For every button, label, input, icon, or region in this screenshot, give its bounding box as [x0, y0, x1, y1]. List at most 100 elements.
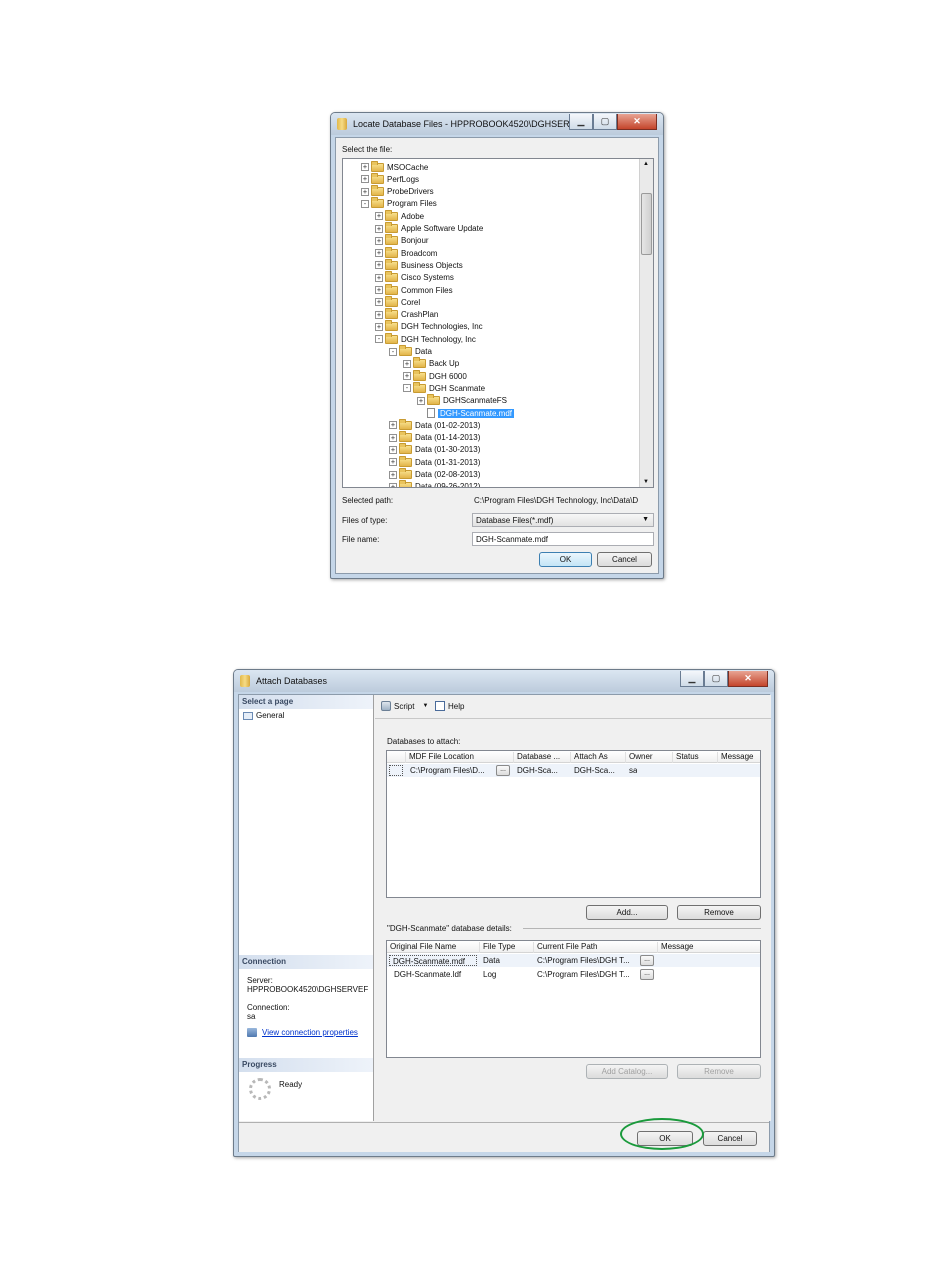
browse-button[interactable]: ...: [640, 969, 654, 980]
tree-node[interactable]: + ProbeDrivers: [361, 185, 434, 198]
cancel-button[interactable]: Cancel: [703, 1131, 757, 1146]
tree-node[interactable]: + Common Files: [375, 283, 453, 296]
tree-node[interactable]: + Data (02-08-2013): [389, 468, 480, 481]
title-bar[interactable]: Locate Database Files - HPPROBOOK4520\DG…: [331, 113, 663, 135]
expand-icon[interactable]: +: [389, 433, 397, 442]
tree-node[interactable]: + Broadcom: [375, 246, 437, 259]
tree-node[interactable]: + Data (01-31-2013): [389, 455, 480, 468]
expand-icon[interactable]: +: [389, 482, 397, 487]
col-current-file-path[interactable]: Current File Path: [533, 942, 597, 953]
expand-icon[interactable]: +: [361, 175, 369, 184]
maximize-button[interactable]: ▢: [704, 671, 728, 687]
maximize-button[interactable]: ▢: [593, 114, 617, 130]
col-message[interactable]: Message: [657, 942, 693, 953]
expand-icon[interactable]: +: [389, 445, 397, 454]
row-selector[interactable]: [389, 765, 403, 776]
expand-icon[interactable]: +: [375, 298, 383, 307]
tree-node[interactable]: - DGH Technology, Inc: [375, 332, 476, 345]
tree-node[interactable]: + Adobe: [375, 209, 424, 222]
tree-node[interactable]: - Data: [389, 345, 432, 358]
tree-node[interactable]: DGH-Scanmate.mdf: [417, 407, 515, 419]
title-bar[interactable]: Attach Databases ▁ ▢ ✕: [234, 670, 774, 692]
browse-button[interactable]: ...: [640, 955, 654, 966]
expand-icon[interactable]: +: [375, 261, 383, 270]
sidebar-item-general[interactable]: General: [243, 711, 284, 720]
remove-details-button[interactable]: Remove: [677, 1064, 761, 1079]
col-status[interactable]: Status: [672, 752, 699, 763]
cancel-button[interactable]: Cancel: [597, 552, 652, 567]
table-row[interactable]: DGH-Scanmate.mdf Data C:\Program Files\D…: [387, 954, 760, 967]
add-catalog-button[interactable]: Add Catalog...: [586, 1064, 668, 1079]
tree-node[interactable]: + Bonjour: [375, 234, 429, 247]
view-connection-properties-link[interactable]: View connection properties: [247, 1028, 358, 1037]
tree-node[interactable]: + DGH Technologies, Inc: [375, 320, 483, 333]
minimize-button[interactable]: ▁: [680, 671, 704, 687]
tree-node[interactable]: - Program Files: [361, 197, 437, 210]
scroll-thumb[interactable]: [641, 193, 652, 255]
database-details-grid[interactable]: Original File Name File Type Current Fil…: [386, 940, 761, 1058]
scroll-up-icon[interactable]: ▲: [643, 161, 649, 167]
expand-icon[interactable]: +: [375, 249, 383, 258]
col-database-name[interactable]: Database ...: [513, 752, 560, 763]
add-button[interactable]: Add...: [586, 905, 668, 920]
remove-button[interactable]: Remove: [677, 905, 761, 920]
tree-node[interactable]: + DGHScanmateFS: [417, 394, 507, 407]
scroll-down-icon[interactable]: ▼: [643, 479, 649, 485]
expand-icon[interactable]: +: [361, 163, 369, 171]
expand-icon[interactable]: +: [361, 187, 369, 196]
file-name-input[interactable]: DGH-Scanmate.mdf: [472, 532, 654, 546]
tree-node[interactable]: + Apple Software Update: [375, 222, 484, 235]
close-button[interactable]: ✕: [728, 671, 768, 687]
close-button[interactable]: ✕: [617, 114, 657, 130]
expand-icon[interactable]: +: [389, 470, 397, 479]
tree-node[interactable]: + Data (01-02-2013): [389, 418, 480, 431]
expand-icon[interactable]: +: [389, 421, 397, 430]
files-of-type-select[interactable]: Database Files(*.mdf) ▼: [472, 513, 654, 527]
minimize-button[interactable]: ▁: [569, 114, 593, 130]
tree-node[interactable]: + Data (01-14-2013): [389, 431, 480, 444]
expand-icon[interactable]: +: [389, 458, 397, 467]
collapse-icon[interactable]: -: [361, 199, 369, 208]
tree-node[interactable]: + PerfLogs: [361, 172, 419, 185]
help-button[interactable]: Help: [435, 701, 464, 711]
databases-to-attach-grid[interactable]: MDF File Location Database ... Attach As…: [386, 750, 761, 898]
expand-icon[interactable]: +: [403, 359, 411, 368]
tree-node[interactable]: + Corel: [375, 295, 420, 308]
table-row[interactable]: DGH-Scanmate.ldf Log C:\Program Files\DG…: [387, 968, 760, 981]
tree-node[interactable]: + Data (01-30-2013): [389, 443, 480, 456]
expand-icon[interactable]: +: [375, 286, 383, 294]
expand-icon[interactable]: +: [375, 310, 383, 319]
col-message[interactable]: Message: [717, 752, 753, 763]
tree-node[interactable]: + Business Objects: [375, 258, 463, 271]
tree-node[interactable]: + CrashPlan: [375, 308, 438, 321]
col-file-type[interactable]: File Type: [479, 942, 515, 953]
tree-node[interactable]: - DGH Scanmate: [403, 381, 485, 394]
script-button[interactable]: Script ▼: [381, 701, 428, 711]
collapse-icon[interactable]: -: [389, 347, 397, 356]
col-attach-as[interactable]: Attach As: [570, 752, 608, 763]
expand-icon[interactable]: +: [375, 322, 383, 331]
tree-scrollbar[interactable]: ▲ ▼: [639, 159, 653, 487]
expand-icon[interactable]: +: [403, 372, 411, 381]
tree-node[interactable]: + MSOCache: [361, 160, 428, 173]
expand-icon[interactable]: +: [417, 396, 425, 405]
col-owner[interactable]: Owner: [625, 752, 653, 763]
dropdown-arrow-icon[interactable]: ▼: [422, 703, 428, 709]
file-tree[interactable]: + MSOCache + PerfLogs + ProbeDrivers - Program …: [342, 158, 654, 488]
browse-button[interactable]: ...: [496, 765, 510, 776]
expand-icon[interactable]: +: [375, 273, 383, 282]
col-original-file-name[interactable]: Original File Name: [387, 942, 456, 953]
collapse-icon[interactable]: -: [403, 384, 411, 393]
col-mdf-file-location[interactable]: MDF File Location: [405, 752, 474, 763]
tree-node-label: Apple Software Update: [401, 224, 484, 233]
tree-node[interactable]: + Back Up: [403, 357, 459, 370]
expand-icon[interactable]: +: [375, 236, 383, 245]
table-row[interactable]: C:\Program Files\D... ... DGH-Sca... DGH…: [387, 764, 760, 777]
expand-icon[interactable]: +: [375, 212, 383, 221]
expand-icon[interactable]: +: [375, 224, 383, 233]
collapse-icon[interactable]: -: [375, 335, 383, 344]
tree-node[interactable]: + DGH 6000: [403, 369, 467, 382]
ok-button[interactable]: OK: [539, 552, 592, 567]
tree-node[interactable]: + Cisco Systems: [375, 271, 454, 284]
tree-node[interactable]: + Data (09-26-2012): [389, 480, 480, 487]
